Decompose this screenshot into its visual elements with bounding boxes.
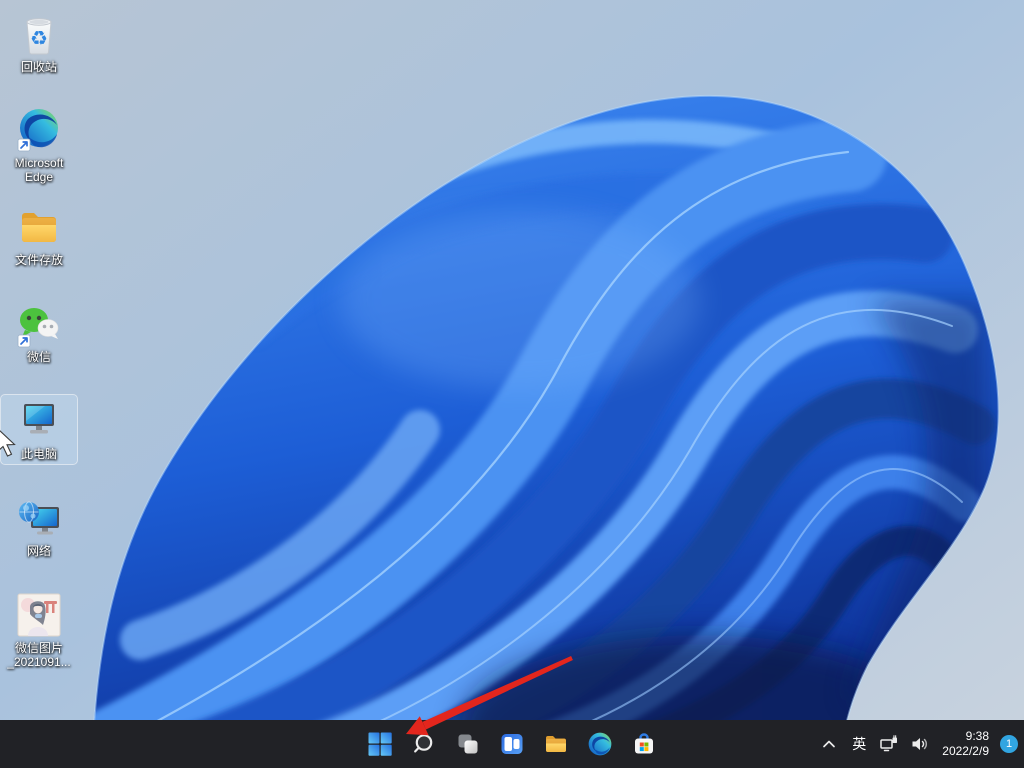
- label-line: 网络: [27, 544, 51, 558]
- desktop-icon-label: 微信: [27, 350, 51, 364]
- desktop-icon-wechat[interactable]: 微信: [1, 298, 77, 367]
- start-button[interactable]: [360, 724, 400, 764]
- this-pc-icon: [15, 397, 63, 445]
- wallpaper-bloom: [0, 0, 1024, 768]
- volume-tray-button[interactable]: [907, 731, 933, 757]
- folder-icon: [15, 203, 63, 251]
- desktop-icon-label: 文件存放: [15, 253, 63, 267]
- chevron-up-icon: [819, 734, 839, 754]
- ethernet-icon: [879, 734, 899, 754]
- tray-overflow-button[interactable]: [816, 731, 842, 757]
- desktop: ♻ 回收站 Microsoft Edge 文件存放: [0, 0, 1024, 768]
- search-button[interactable]: [404, 724, 444, 764]
- ime-language-button[interactable]: 英: [847, 732, 871, 756]
- search-icon: [411, 731, 437, 757]
- svg-text:♻: ♻: [30, 26, 48, 50]
- desktop-icon-recycle-bin[interactable]: ♻ 回收站: [1, 8, 77, 77]
- desktop-icon-label: 此电脑: [21, 447, 57, 461]
- desktop-icon-label: 网络: [27, 544, 51, 558]
- desktop-icon-this-pc[interactable]: 此电脑: [1, 395, 77, 464]
- taskbar: 英 9:38 2022/2/9: [0, 720, 1024, 768]
- label-line: 文件存放: [15, 253, 63, 267]
- edge-icon: [587, 731, 613, 757]
- desktop-icon-microsoft-edge[interactable]: Microsoft Edge: [1, 104, 77, 187]
- network-icon: [15, 494, 63, 542]
- widgets-icon: [499, 731, 525, 757]
- microsoft-store-button[interactable]: [624, 724, 664, 764]
- system-tray: 英 9:38 2022/2/9: [816, 720, 1018, 768]
- clock-date: 2022/2/9: [942, 744, 989, 759]
- desktop-icon-label: 微信图片 _2021091...: [7, 641, 70, 669]
- microsoft-store-icon: [631, 731, 657, 757]
- edge-button[interactable]: [580, 724, 620, 764]
- speaker-icon: [910, 734, 930, 754]
- recycle-bin-icon: ♻: [15, 10, 63, 58]
- clock-time: 9:38: [942, 729, 989, 744]
- taskbar-center-group: [360, 720, 664, 768]
- edge-icon: [15, 106, 63, 154]
- label-line: 微信图片: [7, 641, 70, 655]
- desktop-icon-label: 回收站: [21, 60, 57, 74]
- desktop-icon-wechat-image[interactable]: 微信图片 _2021091...: [1, 589, 77, 672]
- label-line: 回收站: [21, 60, 57, 74]
- label-line: _2021091...: [7, 655, 70, 669]
- task-view-icon: [455, 731, 481, 757]
- wechat-icon: [15, 300, 63, 348]
- desktop-icon-label: Microsoft Edge: [15, 156, 64, 184]
- desktop-icon-network[interactable]: 网络: [1, 492, 77, 561]
- label-line: Microsoft: [15, 156, 64, 170]
- widgets-button[interactable]: [492, 724, 532, 764]
- file-explorer-icon: [543, 731, 569, 757]
- clock[interactable]: 9:38 2022/2/9: [938, 729, 993, 759]
- task-view-button[interactable]: [448, 724, 488, 764]
- label-line: Edge: [15, 170, 64, 184]
- network-tray-button[interactable]: [876, 731, 902, 757]
- desktop-icon-folder-files[interactable]: 文件存放: [1, 201, 77, 270]
- label-line: 此电脑: [21, 447, 57, 461]
- label-line: 微信: [27, 350, 51, 364]
- file-explorer-button[interactable]: [536, 724, 576, 764]
- image-thumbnail-icon: [15, 591, 63, 639]
- notification-badge[interactable]: 1: [1000, 735, 1018, 753]
- start-icon: [367, 731, 393, 757]
